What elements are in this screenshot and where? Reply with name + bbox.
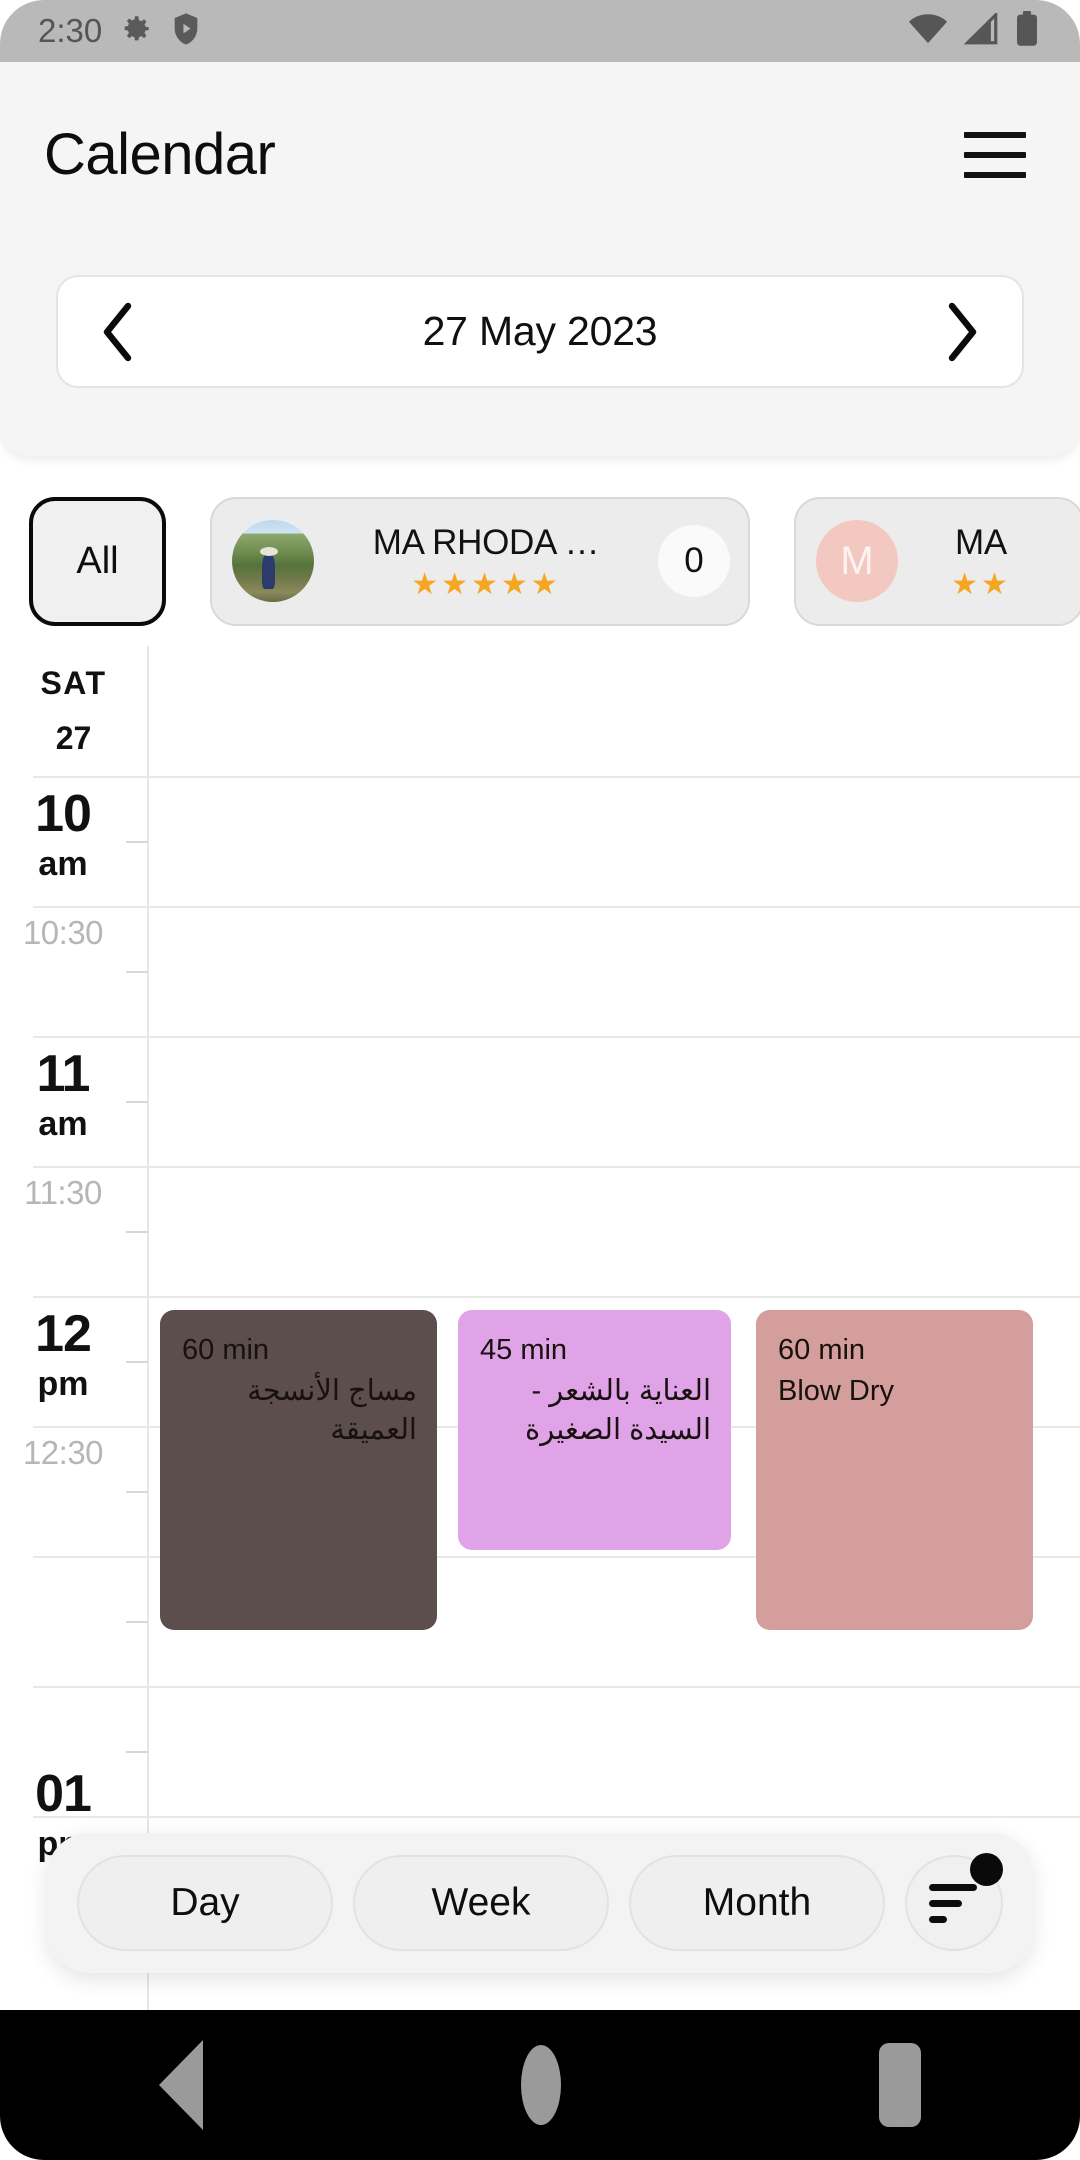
hour-value: 12 xyxy=(35,1305,92,1363)
menu-line-1 xyxy=(964,132,1026,138)
back-triangle-icon[interactable] xyxy=(159,2040,203,2130)
filter-badge-dot xyxy=(970,1853,1003,1886)
staff-name: MA xyxy=(955,522,1007,562)
gear-icon xyxy=(119,12,153,51)
grid-line xyxy=(33,1816,1080,1818)
calendar-screen: 2:30 Calendar 27 May 2023 All MA RHODA …… xyxy=(0,0,1080,2160)
appointment-title: مساج الأنسجة العميقة xyxy=(247,1375,417,1447)
menu-line-2 xyxy=(964,152,1026,158)
appointment-card[interactable]: 60 min Blow Dry xyxy=(756,1310,1033,1630)
staff-chip-info: MA RHODA … ★★★★★ xyxy=(314,523,658,600)
avatar: M xyxy=(816,520,898,602)
hour-label-11am: 11 am xyxy=(0,1045,126,1144)
staff-chip[interactable]: MA RHODA … ★★★★★ 0 xyxy=(210,496,750,626)
grid-line xyxy=(33,906,1080,908)
date-navigator: 27 May 2023 xyxy=(56,275,1024,388)
view-tab-month[interactable]: Month xyxy=(629,1855,885,1951)
grid-line xyxy=(33,776,1080,778)
status-clock: 2:30 xyxy=(38,12,103,49)
hour-meridiem: am xyxy=(38,845,88,884)
grid-line xyxy=(33,1166,1080,1168)
day-number-label: 27 xyxy=(55,720,92,756)
status-bar-left: 2:30 xyxy=(38,12,202,51)
chevron-right-icon xyxy=(948,302,977,361)
grid-tick xyxy=(126,1751,148,1753)
grid-tick xyxy=(126,1231,148,1233)
header-bar: Calendar xyxy=(0,100,1080,210)
time-gutter-divider xyxy=(147,646,149,2021)
day-grid[interactable]: SAT 27 10 am 10:30 11 am 11:30 12 pm 12:… xyxy=(0,646,1080,2021)
next-day-button[interactable] xyxy=(902,275,1022,388)
half-hour-label-1030: 10:30 xyxy=(22,914,104,951)
staff-chip-info: MA ★★ xyxy=(898,523,1064,600)
status-bar-right xyxy=(908,10,1040,52)
grid-line xyxy=(33,1686,1080,1688)
appointment-card[interactable]: 45 min العناية بالشعر - السيدة الصغيرة xyxy=(458,1310,731,1550)
filter-line-2 xyxy=(929,1899,962,1907)
shield-play-icon xyxy=(170,12,202,51)
filter-lines-icon[interactable] xyxy=(905,1853,1003,1951)
hour-value: 01 xyxy=(35,1765,92,1823)
grid-line xyxy=(33,1036,1080,1038)
hamburger-menu-icon[interactable] xyxy=(956,120,1034,190)
grid-tick xyxy=(126,1491,148,1493)
chevron-left-icon xyxy=(103,302,132,361)
current-date-label[interactable]: 27 May 2023 xyxy=(178,308,902,355)
appointment-duration: 60 min xyxy=(778,1334,866,1366)
hour-meridiem: pm xyxy=(37,1365,89,1404)
home-circle-icon[interactable] xyxy=(521,2045,561,2125)
view-tab-week[interactable]: Week xyxy=(353,1855,609,1951)
hour-meridiem: am xyxy=(38,1105,88,1144)
grid-tick xyxy=(126,971,148,973)
grid-tick xyxy=(126,1621,148,1623)
filter-line-3 xyxy=(929,1915,947,1923)
page-title: Calendar xyxy=(44,122,276,187)
view-tab-day[interactable]: Day xyxy=(77,1855,333,1951)
staff-rating-stars: ★★★★★ xyxy=(411,567,561,601)
menu-line-3 xyxy=(964,172,1026,178)
cellular-signal-icon xyxy=(962,10,1000,50)
avatar xyxy=(232,520,314,602)
appointment-card[interactable]: 60 min مساج الأنسجة العميقة xyxy=(160,1310,437,1630)
staff-chip-all[interactable]: All xyxy=(29,496,166,626)
view-switcher-bar: Day Week Month xyxy=(47,1833,1033,1973)
grid-line xyxy=(33,1296,1080,1298)
staff-count-badge: 0 xyxy=(658,525,730,597)
staff-filter-row[interactable]: All MA RHODA … ★★★★★ 0 M MA ★★ xyxy=(0,491,1080,631)
staff-chip[interactable]: M MA ★★ xyxy=(794,496,1080,626)
filter-line-1 xyxy=(929,1883,977,1891)
staff-rating-stars: ★★ xyxy=(951,567,1011,601)
hour-label-12pm: 12 pm xyxy=(0,1305,126,1404)
avatar-photo xyxy=(232,520,314,602)
recents-square-icon[interactable] xyxy=(879,2043,921,2127)
appointment-title: العناية بالشعر - السيدة الصغيرة xyxy=(525,1375,711,1447)
day-header-cell: SAT 27 xyxy=(0,646,147,776)
day-of-week-label: SAT xyxy=(40,665,107,701)
half-hour-label-1230: 12:30 xyxy=(22,1434,104,1471)
grid-tick xyxy=(126,1101,148,1103)
status-bar: 2:30 xyxy=(0,0,1080,62)
grid-tick xyxy=(126,841,148,843)
hour-label-10am: 10 am xyxy=(0,785,126,884)
half-hour-label-1130: 11:30 xyxy=(24,1174,102,1211)
android-navigation-bar xyxy=(0,2010,1080,2160)
wifi-icon xyxy=(908,13,948,50)
header-card: Calendar 27 May 2023 xyxy=(0,62,1080,456)
battery-icon xyxy=(1014,10,1040,52)
appointment-duration: 60 min xyxy=(182,1334,270,1366)
hour-value: 10 xyxy=(35,785,92,843)
staff-name: MA RHODA … xyxy=(372,522,600,562)
previous-day-button[interactable] xyxy=(58,275,178,388)
grid-tick xyxy=(126,1361,148,1363)
hour-value: 11 xyxy=(36,1045,91,1103)
appointment-title: Blow Dry xyxy=(778,1375,895,1408)
appointment-duration: 45 min xyxy=(480,1334,568,1366)
